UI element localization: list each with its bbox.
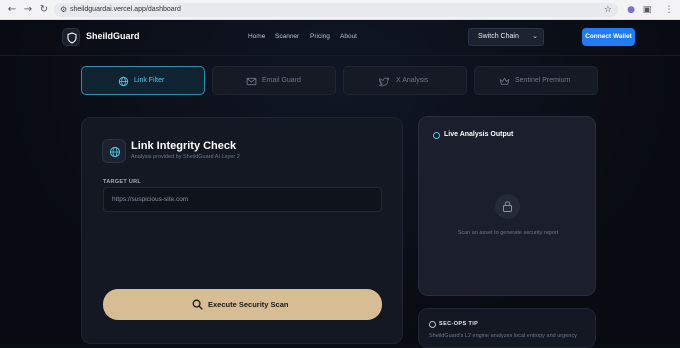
- reload-icon[interactable]: ↻: [38, 4, 50, 16]
- nav-about[interactable]: About: [340, 33, 357, 40]
- execute-scan-button[interactable]: Execute Security Scan: [103, 289, 382, 320]
- card-title: Link Integrity Check: [131, 140, 237, 152]
- scan-button-label: Execute Security Scan: [208, 300, 289, 309]
- target-url-input[interactable]: https://suspicious-site.com: [103, 187, 382, 212]
- address-bar[interactable]: ⚙ sheildguardai.vercel.app/dashboard ☆: [54, 3, 618, 17]
- target-url-label: TARGET URL: [103, 179, 142, 185]
- nav-scanner[interactable]: Scanner: [275, 33, 299, 40]
- shield-logo-icon[interactable]: [62, 28, 80, 46]
- top-nav: SheildGuard Home Scanner Pricing About S…: [0, 20, 680, 56]
- tab-email-guard[interactable]: Email Guard: [212, 66, 336, 95]
- chain-select-label: Switch Chain: [478, 33, 519, 40]
- nav-pricing[interactable]: Pricing: [310, 33, 330, 40]
- tab-link-filter[interactable]: Link Filter: [81, 66, 205, 95]
- empty-state-text: Scan an asset to generate security repor…: [457, 230, 559, 236]
- extensions-puzzle-icon[interactable]: ▣: [641, 4, 653, 16]
- chain-select[interactable]: Switch Chain ⌄: [468, 28, 544, 46]
- connect-wallet-button[interactable]: Connect Wallet: [582, 28, 635, 46]
- crown-icon: [499, 77, 510, 85]
- tip-text: SheildGuard's L2 engine analyzes local e…: [429, 333, 577, 339]
- browser-toolbar: ← → ↻ ⚙ sheildguardai.vercel.app/dashboa…: [0, 0, 680, 20]
- app-root: SheildGuard Home Scanner Pricing About S…: [0, 20, 680, 348]
- card-subtitle: Analysis provided by SheildGuard AI Laye…: [131, 154, 240, 160]
- tab-sentinel-premium[interactable]: Sentinel Premium: [474, 66, 598, 95]
- tab-x-analysis[interactable]: X Analysis: [343, 66, 467, 95]
- tab-label: Link Filter: [134, 77, 165, 84]
- search-icon: [192, 299, 203, 310]
- tab-label: Email Guard: [262, 77, 301, 84]
- brand-name[interactable]: SheildGuard: [86, 31, 140, 41]
- arrow-left-icon[interactable]: ←: [6, 4, 18, 16]
- live-output-title: Live Analysis Output: [444, 131, 514, 138]
- site-info-icon[interactable]: ⚙: [60, 5, 67, 15]
- tip-title: SEC-OPS TIP: [439, 321, 479, 327]
- live-output-card: Live Analysis Output Scan an asset to ge…: [418, 116, 596, 296]
- arrow-right-icon[interactable]: →: [22, 4, 34, 16]
- mail-icon: [246, 77, 257, 86]
- tab-label: X Analysis: [396, 77, 429, 84]
- globe-icon: [118, 76, 129, 87]
- twitter-icon: [379, 77, 389, 87]
- tab-label: Sentinel Premium: [515, 77, 571, 84]
- browser-menu-icon[interactable]: ⋮: [663, 4, 675, 16]
- shield-small-icon: [433, 132, 440, 139]
- extension-icon[interactable]: ●: [625, 4, 637, 16]
- sec-ops-tip-card: SEC-OPS TIP SheildGuard's L2 engine anal…: [418, 308, 596, 348]
- lock-icon: [495, 194, 520, 219]
- globe-icon: [102, 139, 126, 163]
- nav-home[interactable]: Home: [248, 33, 265, 40]
- bookmark-star-icon[interactable]: ☆: [604, 4, 612, 16]
- chevron-down-icon: ⌄: [532, 32, 538, 40]
- info-icon: [429, 321, 436, 328]
- address-url[interactable]: sheildguardai.vercel.app/dashboard: [70, 5, 181, 15]
- link-integrity-card: Link Integrity Check Analysis provided b…: [81, 117, 403, 344]
